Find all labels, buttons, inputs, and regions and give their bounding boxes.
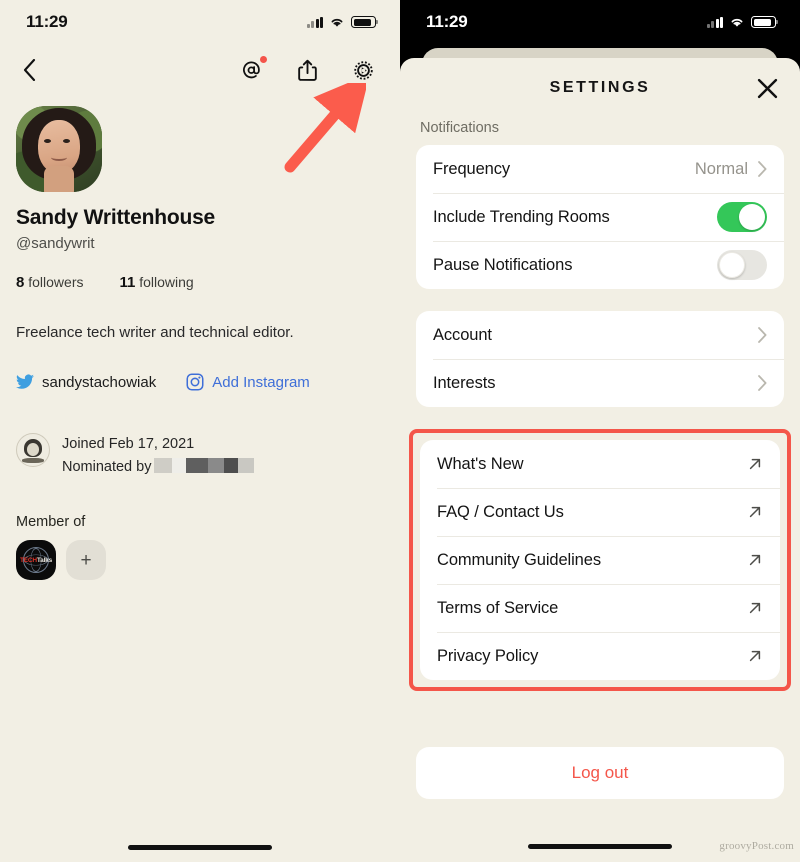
settings-button[interactable] [348, 55, 378, 85]
share-icon [297, 59, 317, 81]
frequency-value: Normal [694, 159, 748, 178]
cellular-signal-icon [706, 16, 723, 28]
row-label: Pause Notifications [433, 255, 573, 274]
instagram-link[interactable]: Add Instagram [186, 373, 310, 391]
unread-dot-badge [258, 54, 269, 65]
instagram-label: Add Instagram [212, 373, 310, 391]
settings-sheet: SETTINGS Notifications Frequency Normal [400, 58, 800, 862]
following-count: 11 [119, 274, 136, 291]
notifications-section-label: Notifications [420, 120, 499, 136]
external-link-icon [747, 648, 763, 664]
back-button[interactable] [14, 55, 44, 85]
watermark: groovyPost.com [719, 840, 794, 852]
home-indicator-left [128, 845, 272, 850]
followers-count: 8 [16, 274, 25, 291]
add-club-button[interactable]: + [66, 540, 106, 581]
row-include-trending-rooms[interactable]: Include Trending Rooms [416, 193, 784, 241]
gear-icon [353, 60, 373, 80]
nominated-by-redacted [154, 457, 255, 473]
followers-stat[interactable]: 8 followers [16, 274, 83, 291]
twitter-link[interactable]: sandystachowiak [16, 374, 156, 391]
row-frequency[interactable]: Frequency Normal [416, 145, 784, 193]
status-bar-time-right: 11:29 [426, 12, 468, 31]
following-stat[interactable]: 11 following [119, 274, 193, 291]
nominated-by-label: Nominated by [62, 458, 152, 475]
page-title: SETTINGS [549, 79, 651, 96]
account-card: Account Interests [416, 311, 784, 407]
chevron-right-icon [758, 375, 767, 391]
status-bar-right: 11:29 [400, 0, 800, 44]
profile-stats: 8 followers 11 following [16, 274, 384, 291]
row-terms-of-service[interactable]: Terms of Service [420, 584, 780, 632]
club-list: TECHTalks + [16, 540, 384, 581]
logout-label: Log out [571, 763, 629, 782]
toggle-include-trending-rooms[interactable] [717, 202, 767, 232]
highlight-annotation-box: What's New FAQ / Contact Us Community Gu… [409, 429, 791, 691]
wifi-icon [331, 18, 343, 27]
following-label: following [139, 274, 194, 290]
row-label: Frequency [433, 159, 511, 178]
logout-button[interactable]: Log out [416, 747, 784, 799]
chevron-right-icon [758, 327, 767, 343]
external-link-icon [747, 600, 763, 616]
row-label: Community Guidelines [437, 550, 601, 569]
twitter-handle: sandystachowiak [42, 373, 157, 391]
row-label: Privacy Policy [437, 646, 539, 665]
battery-icon [751, 16, 779, 28]
row-label: Include Trending Rooms [433, 207, 610, 226]
joined-date: Joined Feb 17, 2021 [62, 436, 195, 453]
row-community-guidelines[interactable]: Community Guidelines [420, 536, 780, 584]
status-bar-left: 11:29 [0, 0, 400, 44]
social-links: sandystachowiak Add Instagram [16, 373, 384, 391]
row-whats-new[interactable]: What's New [420, 440, 780, 488]
share-button[interactable] [292, 55, 322, 85]
close-icon [757, 78, 777, 98]
row-faq-contact-us[interactable]: FAQ / Contact Us [420, 488, 780, 536]
row-label: FAQ / Contact Us [437, 502, 564, 521]
home-indicator-right [528, 844, 672, 849]
row-privacy-policy[interactable]: Privacy Policy [420, 632, 780, 680]
row-pause-notifications[interactable]: Pause Notifications [416, 241, 784, 289]
external-link-icon [747, 552, 763, 568]
close-button[interactable] [752, 73, 782, 103]
wifi-icon [731, 18, 743, 27]
settings-screen: 11:29 SETTINGS Notifications Frequency N… [400, 0, 800, 862]
row-label: What's New [437, 454, 524, 473]
club-name-part-2: Talks [36, 556, 53, 564]
profile-bio: Freelance tech writer and technical edit… [16, 324, 294, 341]
profile-handle: @sandywrit [16, 235, 95, 252]
row-label: Interests [433, 373, 496, 392]
row-label: Account [433, 325, 492, 344]
profile-screen: 11:29 Sandy Writtenhouse @sandywrit 8 fo… [0, 0, 400, 862]
club-name-part-1: TECH [19, 556, 37, 564]
instagram-icon [186, 373, 204, 391]
chevron-left-icon [23, 59, 35, 81]
battery-icon [351, 16, 379, 28]
profile-name: Sandy Writtenhouse [16, 206, 216, 229]
member-of-label: Member of [16, 514, 86, 531]
chevron-right-icon [758, 161, 767, 177]
row-account[interactable]: Account [416, 311, 784, 359]
joined-row: Joined Feb 17, 2021 Nominated by [16, 433, 384, 478]
info-links-card: What's New FAQ / Contact Us Community Gu… [420, 440, 780, 680]
nav-bar [0, 44, 400, 96]
mentions-button[interactable] [236, 54, 269, 85]
profile-section: Sandy Writtenhouse @sandywrit 8 follower… [0, 96, 400, 581]
notifications-card: Frequency Normal Include Trending Rooms … [416, 145, 784, 289]
row-label: Terms of Service [437, 598, 559, 617]
nominator-avatar[interactable] [16, 433, 50, 468]
club-avatar-tech-talks[interactable]: TECHTalks [16, 540, 56, 581]
row-interests[interactable]: Interests [416, 359, 784, 407]
screenshot-stage: 11:29 Sandy Writtenhouse @sandywrit 8 fo… [0, 0, 800, 862]
status-bar-time: 11:29 [26, 12, 68, 31]
followers-label: followers [28, 274, 84, 290]
twitter-icon [16, 374, 34, 390]
toggle-pause-notifications[interactable] [717, 250, 767, 280]
external-link-icon [747, 504, 763, 520]
external-link-icon [747, 456, 763, 472]
settings-header: SETTINGS [416, 58, 784, 118]
cellular-signal-icon [306, 16, 323, 28]
avatar[interactable] [16, 106, 102, 192]
